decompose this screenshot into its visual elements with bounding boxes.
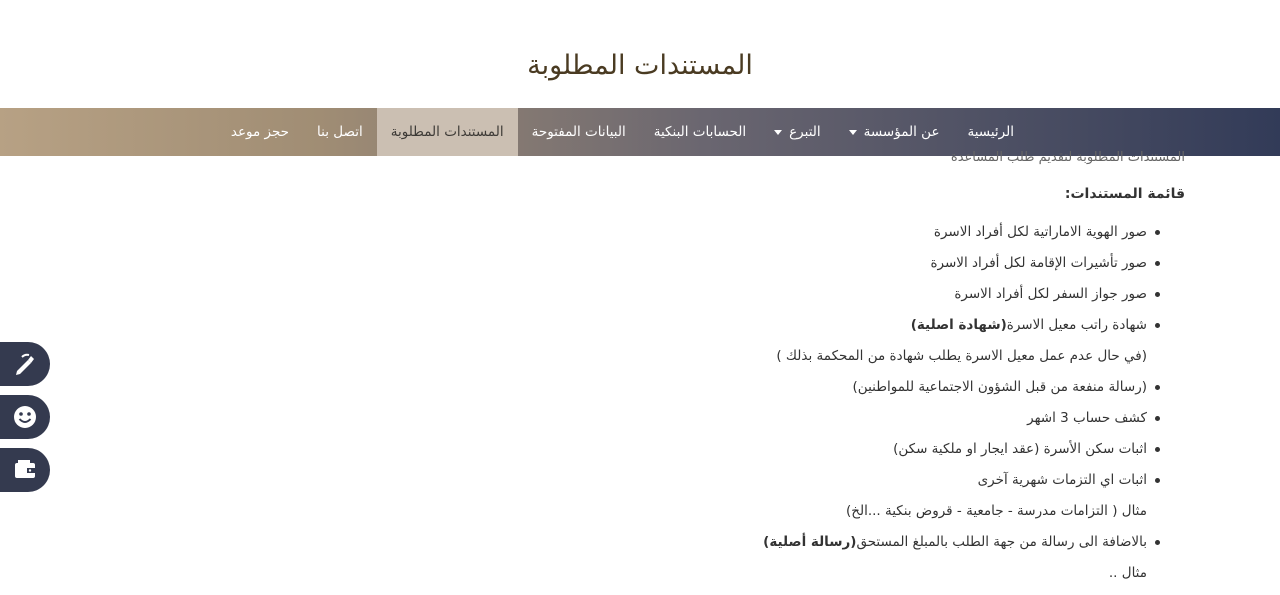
nav-item-book-appointment[interactable]: حجز موعد bbox=[217, 108, 303, 156]
list-item: صور الهوية الاماراتية لكل أفراد الاسرة bbox=[645, 222, 1185, 253]
nav-item-donate[interactable]: التبرع bbox=[760, 108, 835, 156]
nav-item-open-data[interactable]: البيانات المفتوحة bbox=[518, 108, 640, 156]
list-item: صور تأشيرات الإقامة لكل أفراد الاسرة bbox=[645, 253, 1185, 284]
list-item: اثبات اي التزمات شهرية آخرى bbox=[645, 470, 1185, 501]
intro-text: المستندات المطلوبة لتقديم طلب المساعدة bbox=[950, 150, 1185, 165]
wallet-icon bbox=[15, 460, 35, 478]
nav-item-required-documents[interactable]: المستندات المطلوبة bbox=[376, 108, 518, 156]
documents-list: صور الهوية الاماراتية لكل أفراد الاسرة ص… bbox=[645, 222, 1185, 594]
documents-content: المستندات المطلوبة لتقديم طلب المساعدة ق… bbox=[645, 150, 1185, 594]
list-item: (في حال عدم عمل معيل الاسرة يطلب شهادة م… bbox=[776, 348, 1147, 364]
documents-list-heading: قائمة المستندات: bbox=[1064, 186, 1185, 202]
wallet-button[interactable] bbox=[0, 448, 50, 492]
nav-item-home[interactable]: الرئيسية bbox=[954, 108, 1029, 156]
list-item: (رسالة منفعة من قبل الشؤون الاجتماعية لل… bbox=[645, 377, 1185, 408]
chevron-down-icon bbox=[774, 129, 783, 135]
nav-list: الرئيسية عن المؤسسة التبرع الحسابات البن… bbox=[217, 108, 1028, 156]
list-item: شهادة راتب معيل الاسرة(شهادة اصلية) bbox=[645, 315, 1185, 346]
nav-item-about[interactable]: عن المؤسسة bbox=[835, 108, 954, 156]
nav-item-bank-accounts[interactable]: الحسابات البنكية bbox=[640, 108, 760, 156]
list-item: مثال ( التزامات مدرسة - جامعية - قروض بن… bbox=[845, 503, 1147, 519]
nav-item-contact[interactable]: اتصل بنا bbox=[303, 108, 377, 156]
list-item: بالاضافة الى رسالة من جهة الطلب بالمبلغ … bbox=[645, 532, 1185, 563]
list-item: كشف حساب 3 اشهر bbox=[645, 408, 1185, 439]
chevron-down-icon bbox=[848, 129, 857, 135]
main-navbar: الرئيسية عن المؤسسة التبرع الحسابات البن… bbox=[0, 108, 1280, 156]
list-item: صور جواز السفر لكل أفراد الاسرة bbox=[645, 284, 1185, 315]
pen-button[interactable] bbox=[0, 342, 50, 386]
page-title: المستندات المطلوبة bbox=[527, 50, 753, 81]
smiley-icon bbox=[14, 406, 36, 428]
pen-icon bbox=[16, 353, 34, 375]
list-item: اثبات سكن الأسرة (عقد ايجار او ملكية سكن… bbox=[645, 439, 1185, 470]
side-quick-actions bbox=[0, 342, 50, 501]
list-item: مثال .. bbox=[1108, 565, 1147, 581]
feedback-button[interactable] bbox=[0, 395, 50, 439]
